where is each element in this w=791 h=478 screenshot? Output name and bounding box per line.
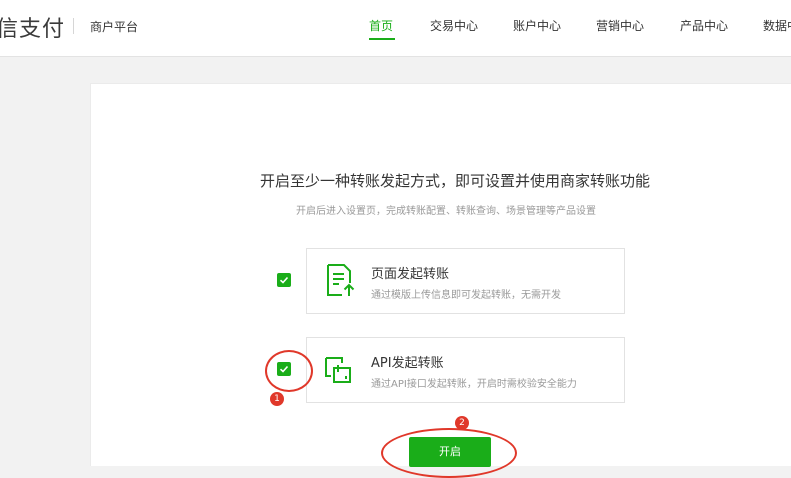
api-link-icon — [325, 357, 351, 383]
option-title: 页面发起转账 — [371, 267, 450, 282]
option-description: 通过模版上传信息即可发起转账，无需开发 — [371, 290, 561, 301]
top-bar: 信支付 商户平台 首页 交易中心 账户中心 营销中心 产品中心 数据中 — [0, 0, 791, 57]
platform-label: 商户平台 — [90, 20, 139, 34]
option-description: 通过API接口发起转账，开启时需校验安全能力 — [371, 379, 577, 390]
nav-active-underline — [369, 38, 395, 40]
annotation-badge-1: 1 — [270, 392, 284, 406]
nav-product-center[interactable]: 产品中心 — [680, 17, 728, 34]
nav-account-center[interactable]: 账户中心 — [513, 17, 561, 34]
logo[interactable]: 信支付 — [0, 11, 65, 43]
page-subheading: 开启后进入设置页，完成转账配置、转账查询、场景管理等产品设置 — [296, 206, 596, 217]
option-card-api-transfer[interactable]: API发起转账 通过API接口发起转账，开启时需校验安全能力 — [306, 337, 625, 403]
nav-marketing-center[interactable]: 营销中心 — [596, 17, 644, 34]
nav-data-center[interactable]: 数据中 — [763, 17, 791, 34]
annotation-circle-checkbox — [265, 350, 313, 392]
document-upload-icon — [327, 264, 355, 296]
logo-divider — [73, 18, 74, 34]
option-card-page-transfer[interactable]: 页面发起转账 通过模版上传信息即可发起转账，无需开发 — [306, 248, 625, 314]
nav-trade-center[interactable]: 交易中心 — [430, 17, 478, 34]
checkmark-icon — [279, 276, 289, 284]
page-heading: 开启至少一种转账发起方式，即可设置并使用商家转账功能 — [260, 172, 651, 190]
checkbox-page-transfer[interactable] — [277, 273, 291, 287]
annotation-circle-open-button — [381, 428, 517, 478]
nav-home[interactable]: 首页 — [369, 17, 393, 34]
annotation-badge-2: 2 — [455, 416, 469, 430]
option-title: API发起转账 — [371, 356, 444, 371]
